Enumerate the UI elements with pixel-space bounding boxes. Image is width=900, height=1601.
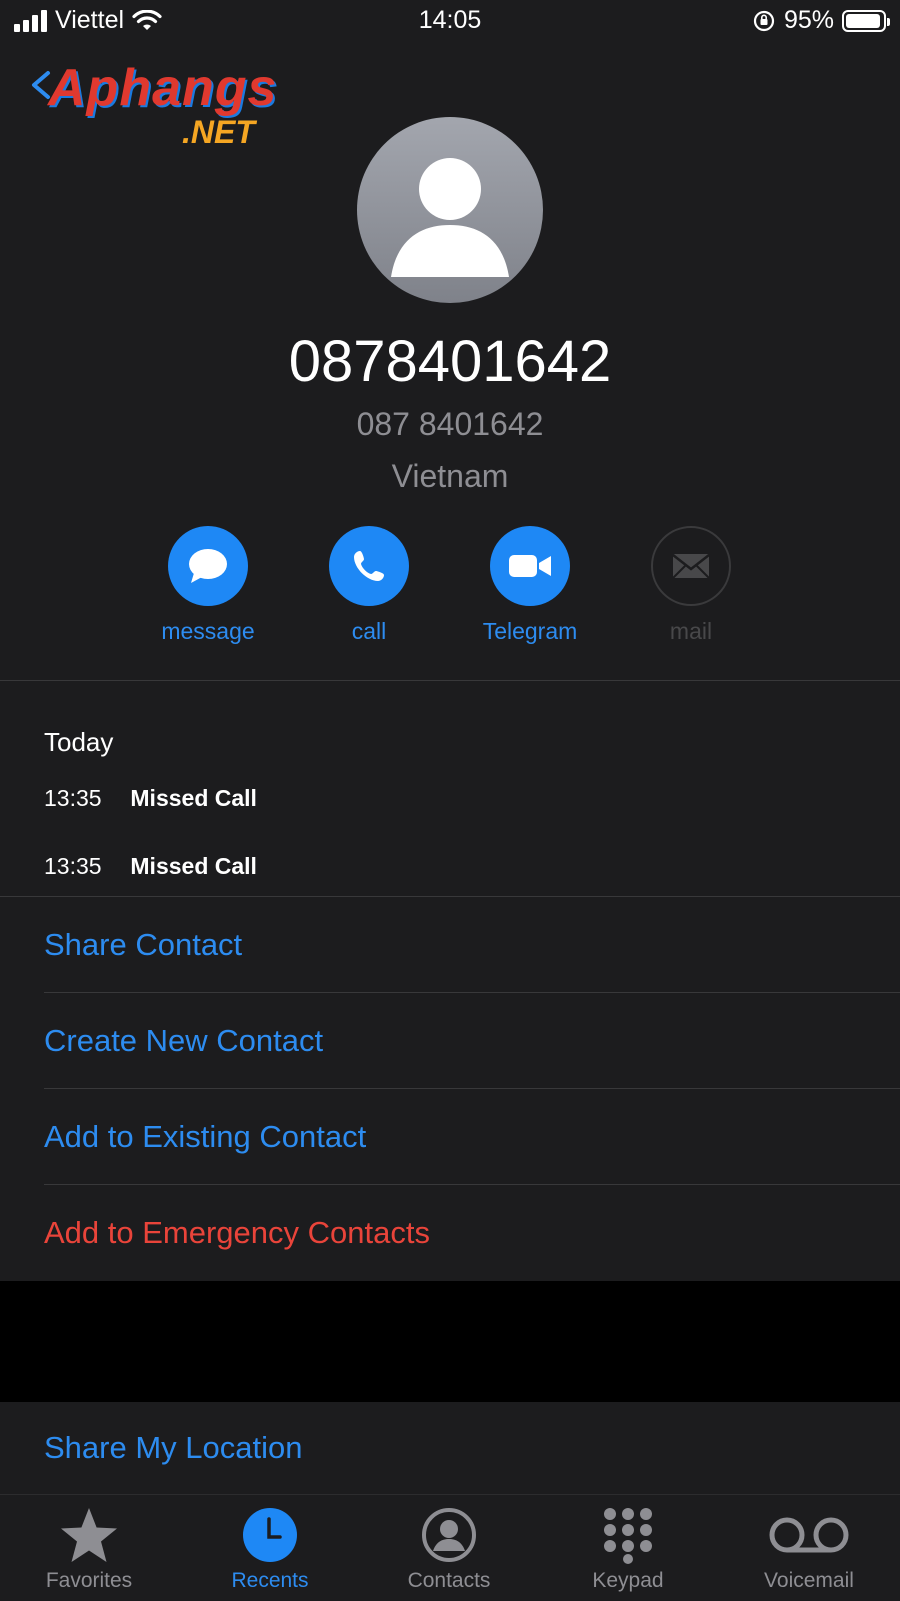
watermark-logo: Aphangs .NET bbox=[26, 58, 326, 158]
battery-percent: 95% bbox=[783, 6, 834, 34]
message-action-label: message bbox=[161, 618, 255, 644]
video-camera-icon bbox=[509, 555, 551, 577]
call-time: 13:35 bbox=[44, 853, 102, 879]
contact-options-list: Share Contact Create New Contact Add to … bbox=[0, 897, 900, 1281]
add-existing-contact-option[interactable]: Add to Existing Contact bbox=[44, 1089, 900, 1185]
keypad-icon bbox=[604, 1508, 652, 1564]
watermark-brand: Aphangs bbox=[48, 59, 278, 117]
call-time: 13:35 bbox=[44, 785, 102, 811]
clock-icon bbox=[243, 1508, 297, 1562]
message-action-circle bbox=[168, 526, 248, 606]
contact-number: 0878401642 bbox=[288, 329, 612, 394]
contact-country: Vietnam bbox=[391, 458, 509, 494]
watermark-suffix: .NET bbox=[182, 114, 255, 150]
mail-action-label: mail bbox=[669, 618, 713, 644]
recent-calls-section: Today 13:35 Missed Call 13:35 Missed Cal… bbox=[0, 681, 900, 896]
status-right-group: 95% bbox=[752, 6, 890, 35]
tab-favorites-label: Favorites bbox=[45, 1569, 133, 1592]
tab-contacts[interactable]: Contacts bbox=[364, 1505, 534, 1593]
telegram-action-circle bbox=[490, 526, 570, 606]
call-status: Missed Call bbox=[130, 785, 257, 811]
tab-favorites[interactable]: Favorites bbox=[4, 1505, 174, 1593]
message-bubble-icon bbox=[189, 549, 227, 583]
call-action-button[interactable]: call bbox=[289, 526, 449, 645]
status-bar: Viettel 14:05 95% bbox=[0, 0, 900, 44]
share-contact-option[interactable]: Share Contact bbox=[44, 897, 900, 993]
star-icon bbox=[61, 1508, 117, 1562]
call-history-row: 13:35 Missed Call bbox=[44, 853, 257, 880]
telegram-action-label: Telegram bbox=[482, 618, 578, 644]
battery-icon bbox=[842, 9, 890, 32]
envelope-icon bbox=[672, 554, 710, 579]
add-emergency-contact-option[interactable]: Add to Emergency Contacts bbox=[44, 1185, 900, 1281]
recents-heading: Today bbox=[44, 727, 114, 757]
tab-keypad[interactable]: Keypad bbox=[543, 1505, 713, 1593]
call-action-circle bbox=[329, 526, 409, 606]
telegram-action-button[interactable]: Telegram bbox=[450, 526, 610, 645]
contact-avatar bbox=[357, 117, 543, 303]
quick-actions: message call Telegram mail bbox=[0, 526, 900, 656]
tab-recents-label: Recents bbox=[231, 1569, 309, 1592]
person-circle-icon bbox=[422, 1508, 476, 1562]
tab-contacts-label: Contacts bbox=[407, 1569, 491, 1592]
mail-action-button[interactable]: mail bbox=[611, 526, 771, 645]
call-status: Missed Call bbox=[130, 853, 257, 879]
share-my-location-option[interactable]: Share My Location bbox=[44, 1402, 900, 1494]
contact-number-formatted: 087 8401642 bbox=[356, 406, 544, 442]
voicemail-icon bbox=[769, 1517, 849, 1553]
tab-voicemail-label: Voicemail bbox=[764, 1569, 854, 1592]
battery-fill bbox=[846, 13, 880, 28]
message-action-button[interactable]: message bbox=[128, 526, 288, 645]
create-new-contact-option[interactable]: Create New Contact bbox=[44, 993, 900, 1089]
mail-action-circle bbox=[651, 526, 731, 606]
share-location-section: Share My Location bbox=[0, 1402, 900, 1494]
call-history-row: 13:35 Missed Call bbox=[44, 785, 257, 812]
call-action-label: call bbox=[351, 618, 387, 644]
orientation-lock-icon bbox=[753, 10, 775, 31]
tab-recents[interactable]: Recents bbox=[185, 1505, 355, 1593]
tab-voicemail[interactable]: Voicemail bbox=[724, 1505, 894, 1593]
person-silhouette-icon bbox=[391, 158, 509, 277]
contact-header-panel: Viettel 14:05 95% Aphangs .NET 087840164… bbox=[0, 0, 900, 680]
contact-detail-screen: Viettel 14:05 95% Aphangs .NET 087840164… bbox=[0, 0, 900, 1601]
tab-keypad-label: Keypad bbox=[592, 1569, 664, 1592]
tab-bar: Favorites Recents Contacts Keypad Voicem… bbox=[0, 1494, 900, 1601]
phone-icon bbox=[354, 551, 384, 581]
